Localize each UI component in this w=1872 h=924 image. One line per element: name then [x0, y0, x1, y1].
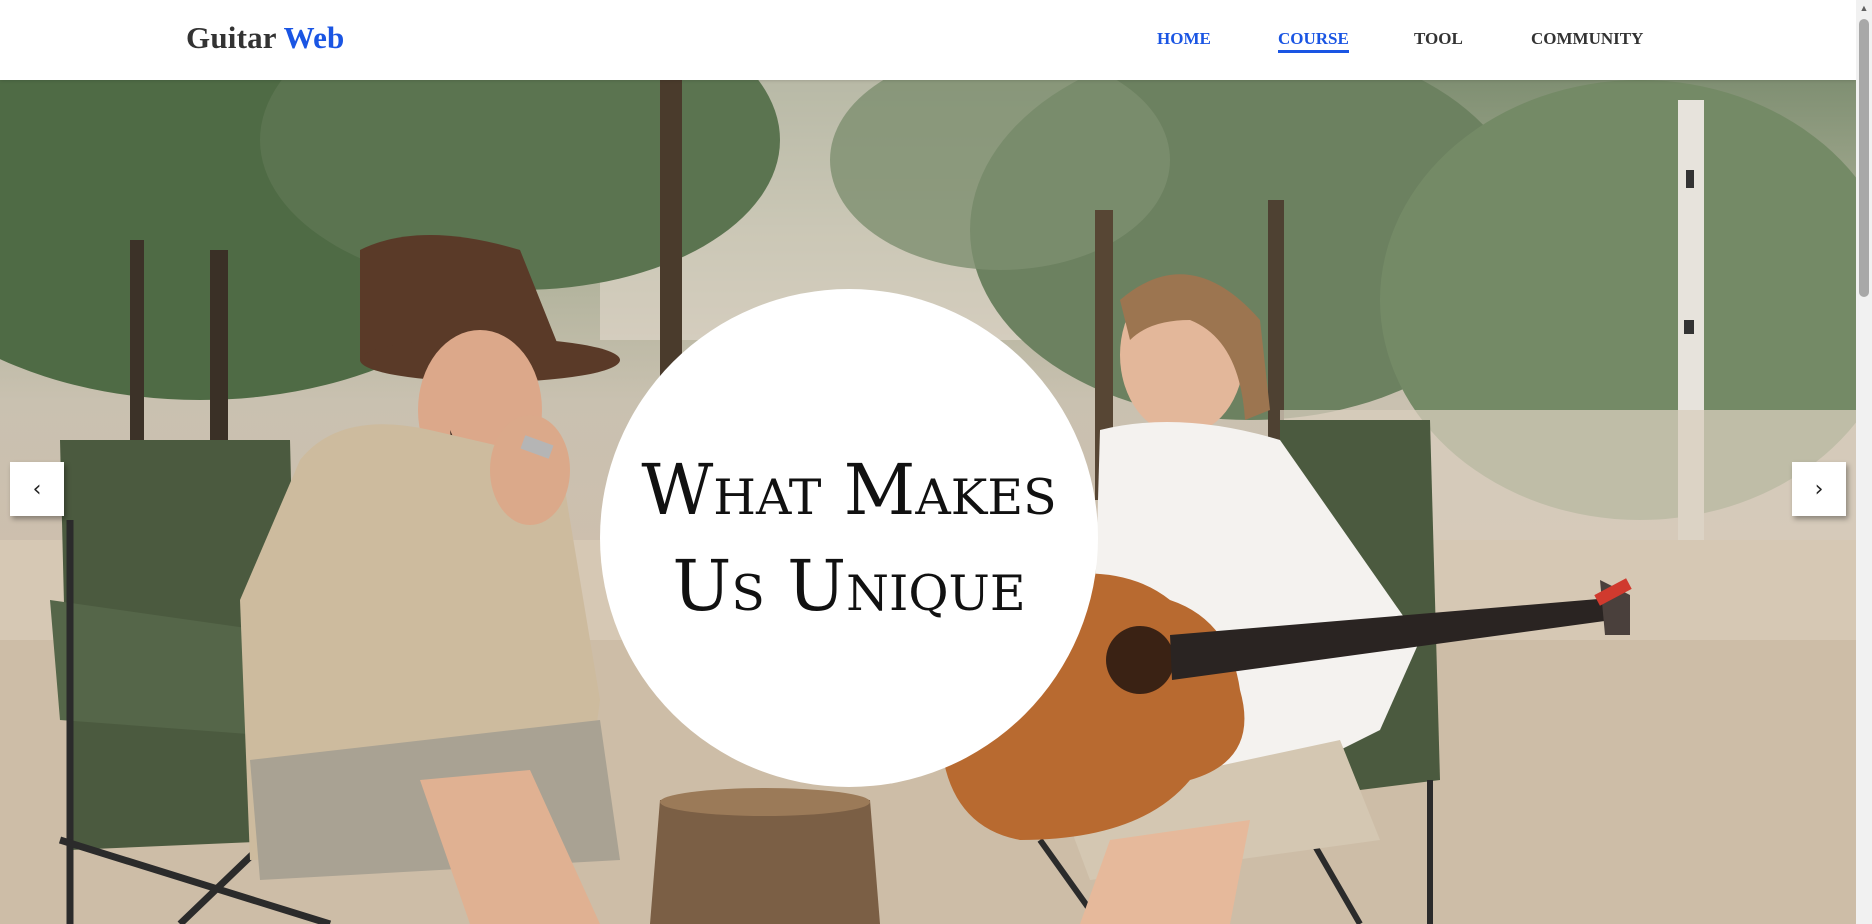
- hero-title-circle: What Makes Us Unique: [600, 289, 1098, 787]
- chevron-left-icon: ‹: [32, 476, 42, 502]
- carousel-prev-button[interactable]: ‹: [10, 462, 64, 516]
- logo[interactable]: Guitar Web: [186, 20, 344, 56]
- nav-home[interactable]: HOME: [1157, 29, 1211, 49]
- nav-course[interactable]: COURSE: [1278, 29, 1349, 53]
- page-scrollbar[interactable]: ▲: [1856, 0, 1872, 924]
- logo-main: Guitar: [186, 20, 277, 55]
- logo-accent: Web: [283, 20, 345, 55]
- scrollbar-thumb[interactable]: [1859, 19, 1869, 297]
- nav-community[interactable]: COMMUNITY: [1531, 29, 1643, 49]
- chevron-right-icon: ›: [1814, 476, 1824, 502]
- carousel-next-button[interactable]: ›: [1792, 462, 1846, 516]
- site-header: Guitar Web HOME COURSE TOOL COMMUNITY: [0, 0, 1856, 80]
- hero-title: What Makes Us Unique: [641, 449, 1057, 627]
- scroll-up-arrow-icon[interactable]: ▲: [1856, 0, 1872, 16]
- hero-carousel: What Makes Us Unique: [0, 80, 1856, 924]
- nav-tool[interactable]: TOOL: [1414, 29, 1463, 49]
